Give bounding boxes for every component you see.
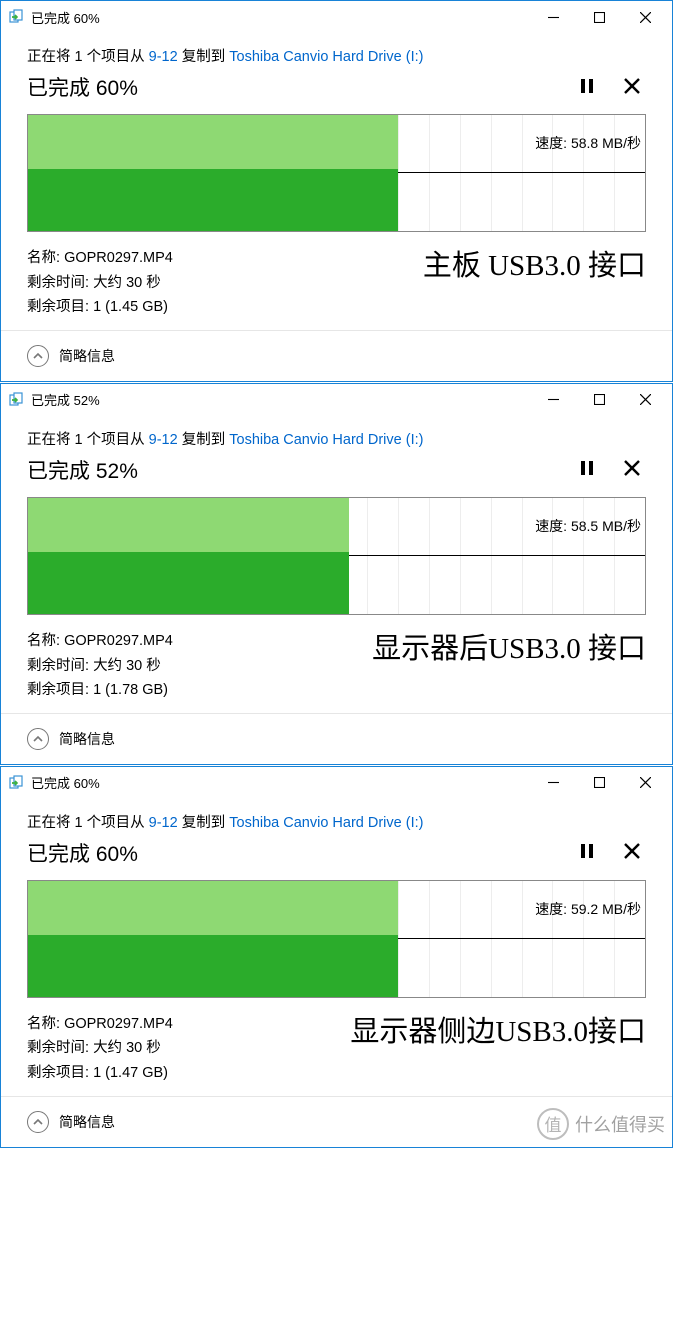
handwritten-annotation: 主板 USB3.0 接口 <box>423 242 646 291</box>
cancel-button[interactable] <box>624 843 640 862</box>
items-remaining-label: 剩余项目: <box>27 1065 93 1081</box>
minimize-button[interactable] <box>530 385 576 415</box>
watermark-badge: 值 <box>537 1108 569 1140</box>
copy-details: 主板 USB3.0 接口 名称: GOPR0297.MP4 剩余时间: 大约 3… <box>27 246 646 320</box>
copy-description: 正在将 1 个项目从 9-12 复制到 Toshiba Canvio Hard … <box>27 811 646 832</box>
chevron-up-icon <box>27 345 49 367</box>
copy-mid: 复制到 <box>178 49 230 65</box>
name-label: 名称: <box>27 1016 64 1032</box>
chevron-up-icon <box>27 728 49 750</box>
watermark: 值 什么值得买 <box>537 1108 665 1140</box>
pause-button[interactable] <box>580 843 594 862</box>
items-remaining-value: 1 (1.78 GB) <box>93 682 168 698</box>
speed-label: 速度: 58.5 MB/秒 <box>535 516 641 536</box>
footer-label: 简略信息 <box>59 729 115 749</box>
window-controls <box>530 385 668 415</box>
items-remaining-value: 1 (1.45 GB) <box>93 299 168 315</box>
copy-prefix: 正在将 1 个项目从 <box>27 432 149 448</box>
copy-prefix: 正在将 1 个项目从 <box>27 815 149 831</box>
progress-status: 已完成 52% <box>27 455 138 485</box>
copy-description: 正在将 1 个项目从 9-12 复制到 Toshiba Canvio Hard … <box>27 428 646 449</box>
items-remaining-value: 1 (1.47 GB) <box>93 1065 168 1081</box>
maximize-button[interactable] <box>576 385 622 415</box>
minimize-button[interactable] <box>530 768 576 798</box>
pause-button[interactable] <box>580 78 594 97</box>
chevron-up-icon <box>27 1111 49 1133</box>
window-controls <box>530 2 668 32</box>
footer-label: 简略信息 <box>59 1112 115 1132</box>
pause-button[interactable] <box>580 460 594 479</box>
copy-details: 显示器侧边USB3.0接口 名称: GOPR0297.MP4 剩余时间: 大约 … <box>27 1012 646 1086</box>
copy-icon <box>9 392 25 408</box>
footer-label: 简略信息 <box>59 346 115 366</box>
file-name: GOPR0297.MP4 <box>64 633 173 649</box>
time-remaining-label: 剩余时间: <box>27 275 93 291</box>
time-remaining-label: 剩余时间: <box>27 1040 93 1056</box>
fewer-details-toggle[interactable]: 简略信息 <box>1 330 672 381</box>
speed-label: 速度: 58.8 MB/秒 <box>535 133 641 153</box>
time-remaining-value: 大约 30 秒 <box>93 275 161 291</box>
window-title: 已完成 52% <box>31 390 530 409</box>
copy-mid: 复制到 <box>178 815 230 831</box>
cancel-button[interactable] <box>624 460 640 479</box>
progress-area-dark <box>28 169 398 231</box>
titlebar[interactable]: 已完成 52% <box>1 384 672 416</box>
handwritten-annotation: 显示器后USB3.0 接口 <box>372 625 646 674</box>
cancel-button[interactable] <box>624 78 640 97</box>
copy-description: 正在将 1 个项目从 9-12 复制到 Toshiba Canvio Hard … <box>27 45 646 66</box>
speed-chart[interactable]: 速度: 59.2 MB/秒 <box>27 880 646 998</box>
destination-link[interactable]: Toshiba Canvio Hard Drive (I:) <box>229 432 423 448</box>
copy-prefix: 正在将 1 个项目从 <box>27 49 149 65</box>
name-label: 名称: <box>27 250 64 266</box>
destination-link[interactable]: Toshiba Canvio Hard Drive (I:) <box>229 49 423 65</box>
close-button[interactable] <box>622 385 668 415</box>
file-name: GOPR0297.MP4 <box>64 250 173 266</box>
time-remaining-value: 大约 30 秒 <box>93 1040 161 1056</box>
handwritten-annotation: 显示器侧边USB3.0接口 <box>350 1008 646 1057</box>
progress-status: 已完成 60% <box>27 838 138 868</box>
progress-area-dark <box>28 935 398 997</box>
name-label: 名称: <box>27 633 64 649</box>
copy-icon <box>9 9 25 25</box>
source-link[interactable]: 9-12 <box>149 815 178 831</box>
progress-status: 已完成 60% <box>27 72 138 102</box>
items-remaining-label: 剩余项目: <box>27 299 93 315</box>
maximize-button[interactable] <box>576 2 622 32</box>
source-link[interactable]: 9-12 <box>149 49 178 65</box>
titlebar[interactable]: 已完成 60% <box>1 767 672 799</box>
time-remaining-label: 剩余时间: <box>27 658 93 674</box>
file-copy-dialog: 已完成 52% 正在将 1 个项目从 9-12 复制到 Toshiba Canv… <box>0 383 673 765</box>
progress-area-dark <box>28 552 349 614</box>
dialog-content: 正在将 1 个项目从 9-12 复制到 Toshiba Canvio Hard … <box>1 416 672 713</box>
file-copy-dialog: 已完成 60% 正在将 1 个项目从 9-12 复制到 Toshiba Canv… <box>0 0 673 382</box>
fewer-details-toggle[interactable]: 简略信息 <box>1 713 672 764</box>
destination-link[interactable]: Toshiba Canvio Hard Drive (I:) <box>229 815 423 831</box>
window-controls <box>530 768 668 798</box>
time-remaining-value: 大约 30 秒 <box>93 658 161 674</box>
minimize-button[interactable] <box>530 2 576 32</box>
items-remaining-label: 剩余项目: <box>27 682 93 698</box>
dialog-content: 正在将 1 个项目从 9-12 复制到 Toshiba Canvio Hard … <box>1 33 672 330</box>
close-button[interactable] <box>622 768 668 798</box>
watermark-text: 什么值得买 <box>575 1111 665 1137</box>
window-title: 已完成 60% <box>31 773 530 792</box>
dialog-content: 正在将 1 个项目从 9-12 复制到 Toshiba Canvio Hard … <box>1 799 672 1096</box>
speed-chart[interactable]: 速度: 58.8 MB/秒 <box>27 114 646 232</box>
maximize-button[interactable] <box>576 768 622 798</box>
copy-icon <box>9 775 25 791</box>
speed-label: 速度: 59.2 MB/秒 <box>535 899 641 919</box>
file-name: GOPR0297.MP4 <box>64 1016 173 1032</box>
source-link[interactable]: 9-12 <box>149 432 178 448</box>
speed-chart[interactable]: 速度: 58.5 MB/秒 <box>27 497 646 615</box>
copy-details: 显示器后USB3.0 接口 名称: GOPR0297.MP4 剩余时间: 大约 … <box>27 629 646 703</box>
close-button[interactable] <box>622 2 668 32</box>
titlebar[interactable]: 已完成 60% <box>1 1 672 33</box>
copy-mid: 复制到 <box>178 432 230 448</box>
file-copy-dialog: 已完成 60% 正在将 1 个项目从 9-12 复制到 Toshiba Canv… <box>0 766 673 1148</box>
window-title: 已完成 60% <box>31 8 530 27</box>
